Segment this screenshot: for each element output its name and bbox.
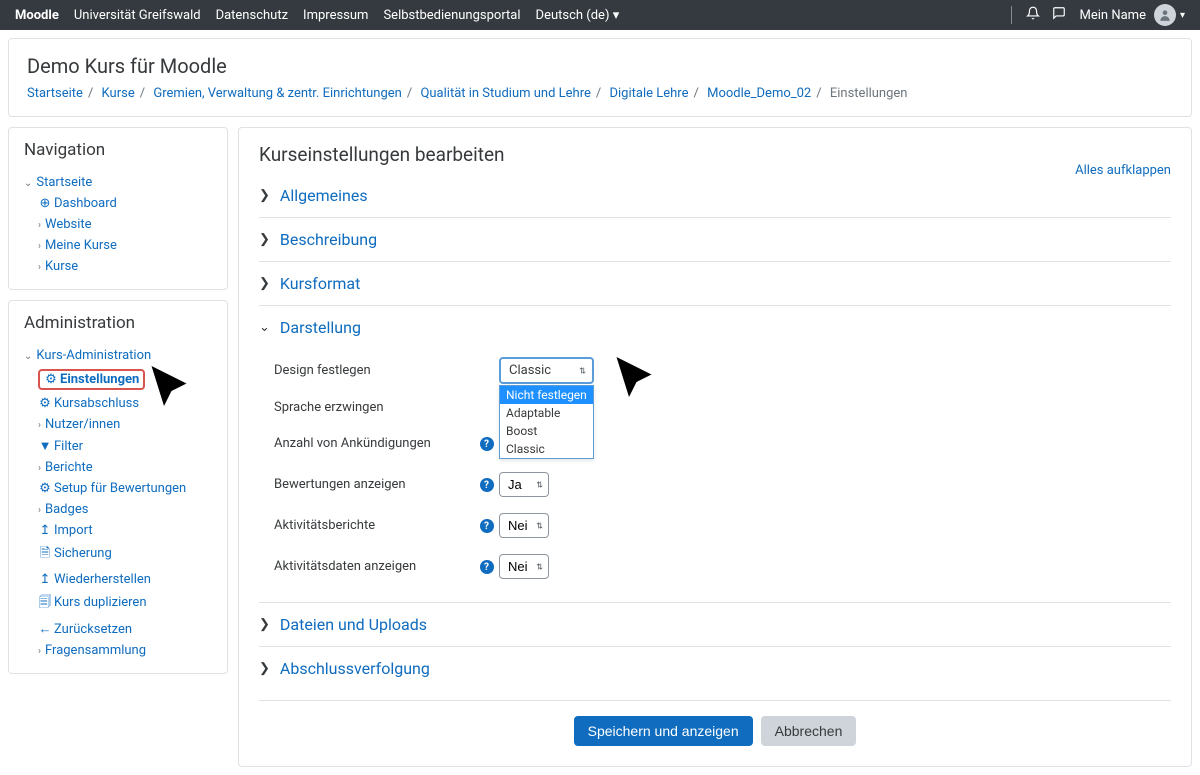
chevron-right-icon: ❯ [259,617,270,632]
avatar-icon [1154,4,1176,26]
file-icon: 🗎 [38,544,52,566]
breadcrumb: Startseite/ Kurse/ Gremien, Verwaltung &… [27,86,1173,101]
help-icon[interactable]: ? [480,478,494,492]
header: Demo Kurs für Moodle Startseite/ Kurse/ … [8,38,1192,117]
save-button[interactable]: Speichern und anzeigen [574,716,753,746]
theme-select[interactable]: Classic [499,357,594,384]
crumb-5[interactable]: Moodle_Demo_02 [707,86,811,101]
chevron-right-icon: ❯ [259,232,270,247]
news-label: Anzahl von Ankündigungen [274,436,474,451]
admin-backup[interactable]: 🗎Sicherung [24,541,212,569]
cancel-button[interactable]: Abbrechen [761,716,857,746]
section-appearance[interactable]: ⌄ Darstellung [259,305,1171,349]
help-icon[interactable]: ? [480,560,494,574]
bell-icon[interactable] [1026,6,1040,24]
dates-label: Aktivitätsdaten anzeigen [274,559,474,574]
crumb-6: Einstellungen [830,86,908,101]
crumb-2[interactable]: Gremien, Verwaltung & zentr. Einrichtung… [153,86,401,101]
admin-reset[interactable]: ←Zurücksetzen [24,618,212,640]
block-title: Administration [24,313,212,333]
help-icon[interactable]: ? [480,437,494,451]
back-icon: ← [38,621,52,637]
admin-users[interactable]: ›Nutzer/innen [24,414,212,435]
navigation-block: Navigation ⌄Startseite ⊕Dashboard ›Websi… [8,127,228,290]
admin-root[interactable]: ⌄Kurs-Administration [24,345,212,366]
topbar: Moodle Universität Greifswald Datenschut… [0,0,1200,30]
expand-all-link[interactable]: Alles aufklappen [1075,163,1171,178]
chevron-right-icon: ❯ [259,276,270,291]
theme-opt-boost[interactable]: Boost [500,422,593,440]
section-files[interactable]: ❯ Dateien und Uploads [259,602,1171,646]
section-general[interactable]: ❯ Allgemeines [259,174,1171,217]
admin-settings[interactable]: ⚙Einstellungen [24,366,212,393]
admin-duplicate[interactable]: 🗐Kurs duplizieren [24,590,212,618]
nav-courses[interactable]: ›Kurse [24,256,212,277]
theme-opt-adaptable[interactable]: Adaptable [500,404,593,422]
block-title: Navigation [24,140,212,160]
grades-select[interactable]: Ja [499,472,549,497]
nav-link-uni[interactable]: Universität Greifswald [74,8,201,23]
admin-reports[interactable]: ›Berichte [24,457,212,478]
gear-icon: ⚙ [38,481,52,496]
crumb-4[interactable]: Digitale Lehre [609,86,688,101]
import-icon: ↥ [38,523,52,538]
form-heading: Kurseinstellungen bearbeiten [259,143,1171,166]
crumb-0[interactable]: Startseite [27,86,83,101]
section-format[interactable]: ❯ Kursformat [259,261,1171,305]
lang-label: Sprache erzwingen [274,400,474,415]
admin-block: Administration ⌄Kurs-Administration ⚙Ein… [8,300,228,674]
admin-filter[interactable]: ▼Filter [24,435,212,457]
reports-select[interactable]: Nein [499,513,549,538]
admin-completion[interactable]: ⚙Kursabschluss [24,393,212,414]
brand[interactable]: Moodle [15,8,59,23]
admin-grades[interactable]: ⚙Setup für Bewertungen [24,478,212,499]
admin-badges[interactable]: ›Badges [24,499,212,520]
nav-website[interactable]: ›Website [24,214,212,235]
dashboard-icon: ⊕ [38,196,52,211]
gear-icon: ⚙ [44,372,58,387]
crumb-3[interactable]: Qualität in Studium und Lehre [420,86,590,101]
section-completion[interactable]: ❯ Abschlussverfolgung [259,646,1171,690]
nav-link-privacy[interactable]: Datenschutz [216,8,288,23]
chevron-down-icon: ▾ [1180,10,1185,21]
chevron-down-icon: ▾ [613,8,620,23]
user-menu[interactable]: Mein Name ▾ [1080,4,1185,26]
nav-root[interactable]: ⌄Startseite [24,172,212,193]
restore-icon: ↥ [38,572,52,587]
reports-label: Aktivitätsberichte [274,518,474,533]
grades-label: Bewertungen anzeigen [274,477,474,492]
nav-link-portal[interactable]: Selbstbedienungsportal [383,8,520,23]
chevron-right-icon: ❯ [259,661,270,676]
lang-select[interactable]: Deutsch (de) ▾ [536,8,620,23]
nav-mycourses[interactable]: ›Meine Kurse [24,235,212,256]
dates-select[interactable]: Nein [499,554,549,579]
admin-import[interactable]: ↥Import [24,520,212,541]
filter-icon: ▼ [38,438,52,454]
gear-icon: ⚙ [38,396,52,411]
help-icon[interactable]: ? [480,519,494,533]
appearance-body: Design festlegen Classic Nicht festlegen… [259,349,1171,602]
theme-opt-classic[interactable]: Classic [500,440,593,458]
chevron-down-icon: ⌄ [259,320,270,335]
theme-label: Design festlegen [274,363,474,378]
theme-dropdown: Nicht festlegen Adaptable Boost Classic [499,385,594,459]
admin-questions[interactable]: ›Fragensammlung [24,640,212,661]
main-content: Kurseinstellungen bearbeiten Alles aufkl… [238,127,1192,767]
page-title: Demo Kurs für Moodle [27,54,1173,78]
copy-icon: 🗐 [38,593,52,615]
theme-opt-none[interactable]: Nicht festlegen [500,386,593,404]
nav-link-imprint[interactable]: Impressum [303,8,368,23]
section-description[interactable]: ❯ Beschreibung [259,217,1171,261]
nav-dashboard[interactable]: ⊕Dashboard [24,193,212,214]
chat-icon[interactable] [1052,6,1066,24]
admin-restore[interactable]: ↥Wiederherstellen [24,569,212,590]
chevron-right-icon: ❯ [259,188,270,203]
crumb-1[interactable]: Kurse [102,86,135,101]
